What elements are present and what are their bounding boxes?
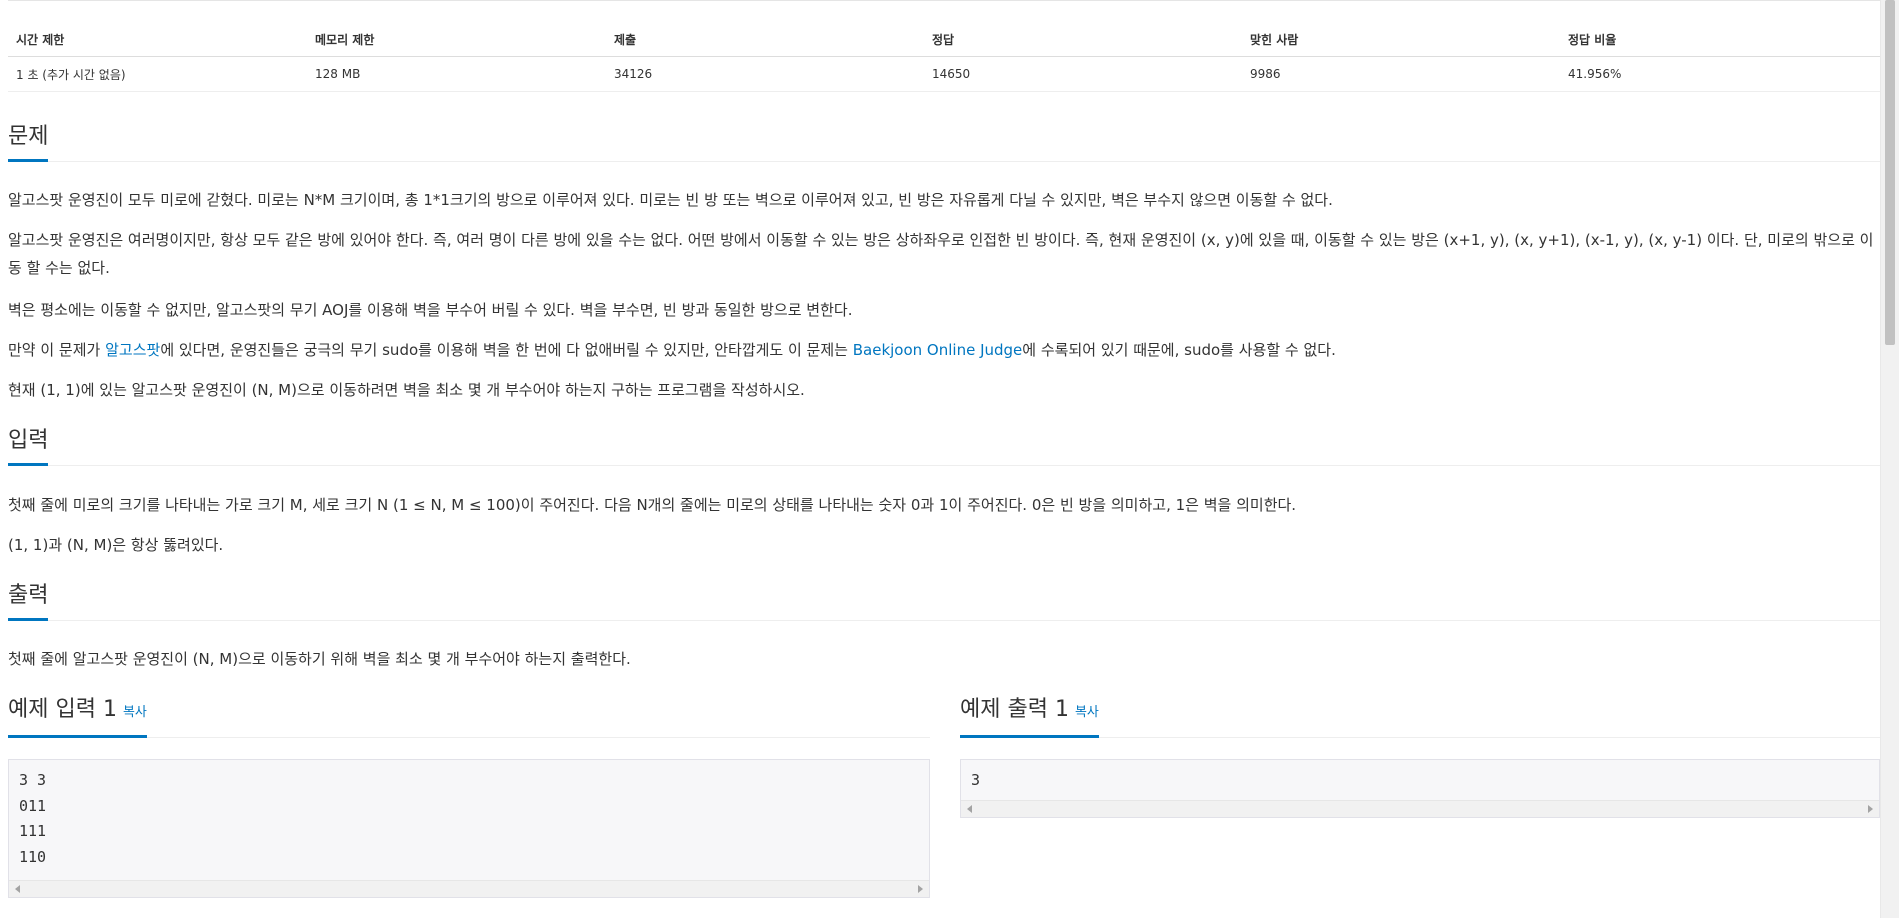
header-memory-limit: 메모리 제한 bbox=[307, 22, 606, 57]
scroll-right-arrow-icon[interactable] bbox=[1868, 805, 1873, 813]
problem-paragraph-4: 만약 이 문제가 알고스팟에 있다면, 운영진들은 궁극의 무기 sudo를 이… bbox=[8, 336, 1880, 364]
scroll-left-arrow-icon[interactable] bbox=[967, 805, 972, 813]
algospot-link[interactable]: 알고스팟 bbox=[105, 341, 160, 359]
problem-paragraph-1: 알고스팟 운영진이 모두 미로에 갇혔다. 미로는 N*M 크기이며, 총 1*… bbox=[8, 191, 1333, 209]
sample-input-horizontal-scrollbar[interactable] bbox=[9, 880, 929, 897]
header-accepted: 정답 bbox=[924, 22, 1242, 57]
value-accept-ratio: 41.956% bbox=[1560, 56, 1880, 92]
value-time-limit: 1 초 (추가 시간 없음) bbox=[8, 56, 307, 92]
sample-output-header: 예제 출력 1 복사 bbox=[960, 696, 1880, 738]
input-paragraph-1: 첫째 줄에 미로의 크기를 나타내는 가로 크기 M, 세로 크기 N (1 ≤… bbox=[8, 496, 1297, 514]
page-vertical-scrollbar[interactable] bbox=[1880, 0, 1899, 918]
problem-p4-text-b: 에 있다면, 운영진들은 궁극의 무기 sudo를 이용해 벽을 한 번에 다 … bbox=[160, 341, 853, 359]
scroll-left-arrow-icon[interactable] bbox=[15, 885, 20, 893]
output-section-header: 출력 bbox=[8, 582, 1880, 621]
header-solved-users: 맞힌 사람 bbox=[1242, 22, 1560, 57]
sample-output-title-text: 예제 출력 1 bbox=[960, 697, 1069, 722]
input-paragraph-2: (1, 1)과 (N, M)은 항상 뚫려있다. bbox=[8, 536, 224, 554]
problem-p4-text-c: 에 수록되어 있기 때문에, sudo를 사용할 수 없다. bbox=[1022, 341, 1336, 359]
input-section-header: 입력 bbox=[8, 427, 1880, 466]
sample-output-text: 3 bbox=[971, 771, 981, 789]
value-solved-users: 9986 bbox=[1242, 56, 1560, 92]
problem-section-header: 문제 bbox=[8, 123, 1880, 162]
problem-paragraph-3: 벽은 평소에는 이동할 수 없지만, 알고스팟의 무기 AOJ를 이용해 벽을 … bbox=[8, 301, 853, 319]
output-section-title: 출력 bbox=[8, 582, 49, 621]
sample-output-box[interactable]: 3 bbox=[960, 759, 1880, 818]
header-accept-ratio: 정답 비율 bbox=[1560, 22, 1880, 57]
value-memory-limit: 128 MB bbox=[307, 56, 606, 92]
problem-paragraph-2: 알고스팟 운영진은 여러명이지만, 항상 모두 같은 방에 있어야 한다. 즉,… bbox=[8, 231, 1874, 277]
info-value-row: 1 초 (추가 시간 없음) 128 MB 34126 14650 9986 4… bbox=[8, 56, 1880, 92]
problem-section-title: 문제 bbox=[8, 123, 49, 162]
output-paragraph-1: 첫째 줄에 알고스팟 운영진이 (N, M)으로 이동하기 위해 벽을 최소 몇… bbox=[8, 650, 631, 668]
baekjoon-online-judge-link[interactable]: Baekjoon Online Judge bbox=[853, 341, 1023, 359]
input-section-title: 입력 bbox=[8, 427, 49, 466]
value-accepted: 14650 bbox=[924, 56, 1242, 92]
problem-paragraph-5: 현재 (1, 1)에 있는 알고스팟 운영진이 (N, M)으로 이동하려면 벽… bbox=[8, 381, 805, 399]
sample-output-copy-button[interactable]: 복사 bbox=[1075, 705, 1099, 720]
sample-input-title: 예제 입력 1 복사 bbox=[8, 696, 147, 738]
scroll-right-arrow-icon[interactable] bbox=[918, 885, 923, 893]
value-submissions: 34126 bbox=[606, 56, 924, 92]
sample-input-header: 예제 입력 1 복사 bbox=[8, 696, 930, 738]
top-divider bbox=[8, 0, 1880, 1]
page-scrollbar-thumb[interactable] bbox=[1885, 0, 1895, 345]
header-time-limit: 시간 제한 bbox=[8, 22, 307, 57]
sample-input-copy-button[interactable]: 복사 bbox=[123, 705, 147, 720]
header-submissions: 제출 bbox=[606, 22, 924, 57]
problem-info-table: 시간 제한 메모리 제한 제출 정답 맞힌 사람 정답 비율 1 초 (추가 시… bbox=[8, 22, 1880, 92]
problem-p4-text-a: 만약 이 문제가 bbox=[8, 341, 106, 359]
problem-page: 시간 제한 메모리 제한 제출 정답 맞힌 사람 정답 비율 1 초 (추가 시… bbox=[8, 0, 1880, 918]
sample-input-title-text: 예제 입력 1 bbox=[8, 697, 117, 722]
sample-input-box[interactable]: 3 3 011 111 110 bbox=[8, 759, 930, 898]
sample-input-text: 3 3 011 111 110 bbox=[19, 771, 47, 866]
info-header-row: 시간 제한 메모리 제한 제출 정답 맞힌 사람 정답 비율 bbox=[8, 22, 1880, 57]
sample-output-title: 예제 출력 1 복사 bbox=[960, 696, 1099, 738]
sample-output-horizontal-scrollbar[interactable] bbox=[961, 800, 1879, 817]
